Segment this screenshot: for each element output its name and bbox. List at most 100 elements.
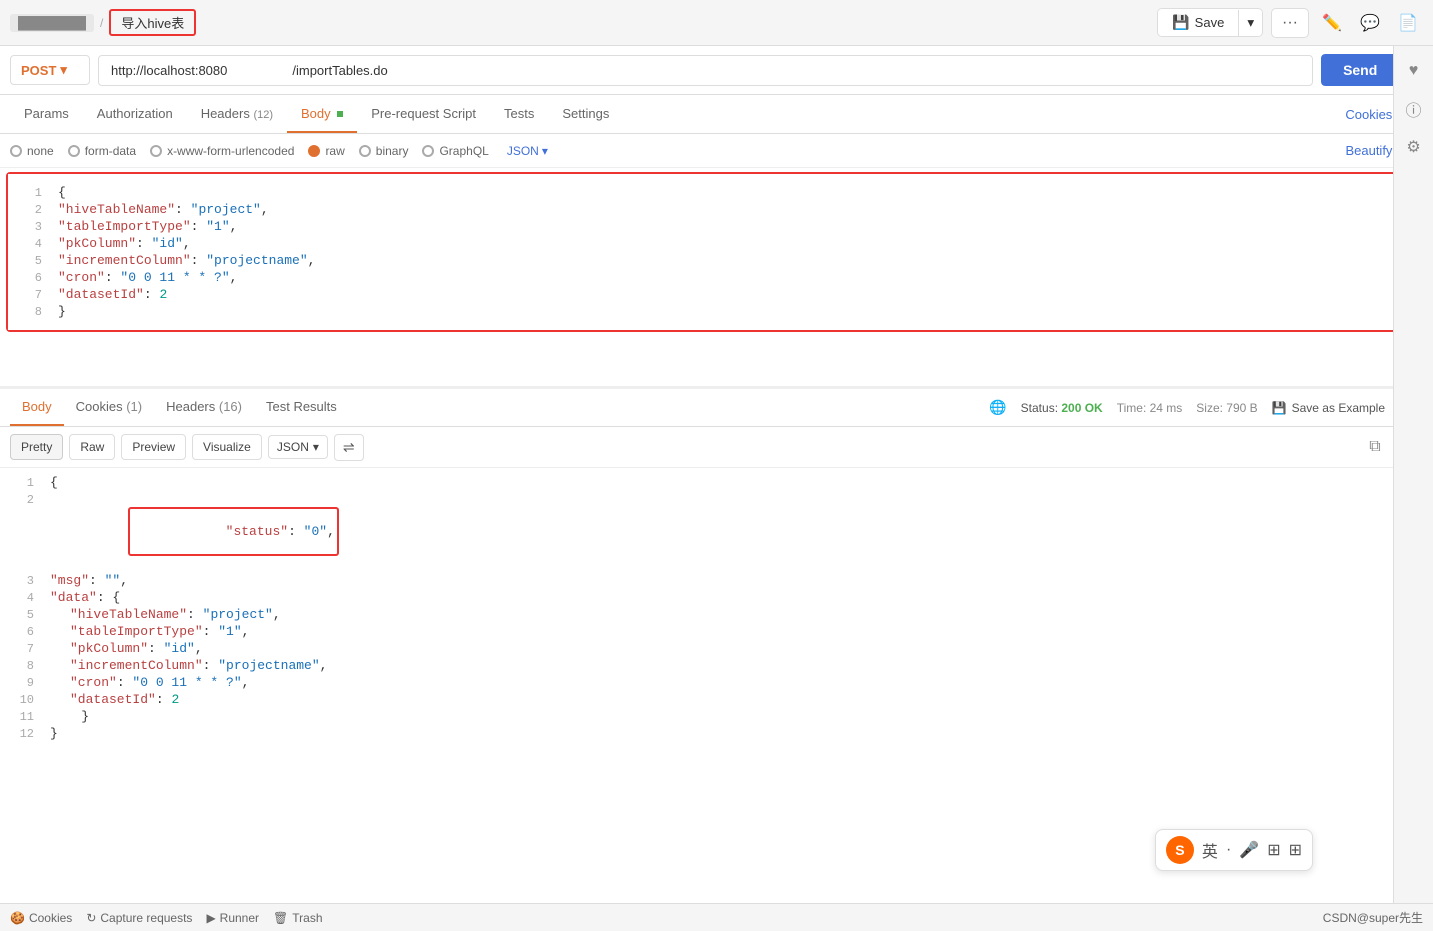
tab-authorization[interactable]: Authorization [83,96,187,133]
ime-toolbar: S 英 · 🎤 ⊞ ⊞ [1155,829,1313,871]
radio-binary[interactable]: binary [359,144,409,158]
radio-urlencoded-label: x-www-form-urlencoded [167,144,294,158]
document-icon-button[interactable]: 📄 [1393,8,1423,38]
code-content: "hiveTableName": "project", [50,607,1423,622]
radio-raw[interactable]: raw [308,144,344,158]
editor-empty-space [0,336,1433,386]
ime-english[interactable]: 英 [1202,838,1218,862]
breadcrumb-separator: / [100,16,103,30]
req-line-2: 2 "hiveTableName": "project", [8,201,1425,218]
size-label: Size: 790 B [1196,401,1257,415]
req-line-1: 1 { [8,184,1425,201]
cookies-label: Cookies [29,911,72,925]
method-select[interactable]: POST ▾ [10,55,90,85]
main-content: POST ▾ Send ▾ Params Authorization Heade… [0,46,1433,931]
wrap-button[interactable]: ⇌ [334,434,364,461]
line-number: 6 [10,624,34,639]
runner-label: Runner [220,911,259,925]
line-number: 2 [10,492,34,507]
method-dropdown-arrow: ▾ [60,62,67,78]
ime-grid1[interactable]: ⊞ [1267,840,1280,860]
save-dropdown-arrow[interactable]: ▾ [1238,10,1262,36]
radio-graphql[interactable]: GraphQL [422,144,488,158]
url-input[interactable] [98,55,1313,86]
ime-grid2[interactable]: ⊞ [1289,840,1302,860]
send-button[interactable]: Send [1321,54,1399,86]
req-line-5: 5 "incrementColumn": "projectname", [8,252,1425,269]
line-number: 4 [10,590,34,605]
resp-line-10: 10 "datasetId": 2 [0,691,1433,708]
capture-label: Capture requests [100,911,192,925]
pretty-button[interactable]: Pretty [10,434,63,460]
code-content: "incrementColumn": "projectname", [58,253,1415,268]
ime-voice[interactable]: 🎤 [1239,840,1259,860]
right-sidebar: ♥ ⓘ ⚙ [1393,46,1433,903]
capture-icon: ↻ [86,911,96,925]
request-body-code: 1 { 2 "hiveTableName": "project", 3 "tab… [8,174,1425,330]
radio-graphql-dot [422,145,434,157]
line-number: 6 [18,270,42,285]
resp-line-3: 3 "msg": "", [0,572,1433,589]
resp-tab-headers[interactable]: Headers (16) [154,389,254,426]
resp-tab-test-results[interactable]: Test Results [254,389,349,426]
sidebar-icon-gear[interactable]: ⚙ [1399,132,1429,162]
request-body-editor[interactable]: 1 { 2 "hiveTableName": "project", 3 "tab… [6,172,1427,332]
cookies-icon: 🍪 [10,911,25,925]
tab-pre-request[interactable]: Pre-request Script [357,96,490,133]
radio-raw-dot [308,145,320,157]
resp-tab-cookies[interactable]: Cookies (1) [64,389,154,426]
body-options: none form-data x-www-form-urlencoded raw… [0,134,1433,168]
sidebar-icon-info[interactable]: ⓘ [1399,94,1429,124]
sidebar-icon-heart[interactable]: ♥ [1399,56,1429,86]
save-button[interactable]: 💾 Save [1158,9,1238,36]
edit-icon-button[interactable]: ✏️ [1317,8,1347,38]
time-label: Time: 24 ms [1117,401,1183,415]
line-number: 1 [18,185,42,200]
cookies-link[interactable]: Cookies [1345,97,1392,132]
more-options-button[interactable]: ··· [1271,8,1309,38]
radio-form-data[interactable]: form-data [68,144,136,158]
code-content: "tableImportType": "1", [50,624,1423,639]
tab-body[interactable]: Body [287,96,357,133]
bottom-cookies[interactable]: 🍪 Cookies [10,911,72,925]
beautify-button[interactable]: Beautify [1345,143,1392,158]
tab-headers[interactable]: Headers (12) [187,96,287,133]
resp-tab-body[interactable]: Body [10,389,64,426]
visualize-button[interactable]: Visualize [192,434,262,460]
save-example-label: Save as Example [1292,401,1385,415]
response-json-select[interactable]: JSON ▾ [268,435,328,459]
tab-settings[interactable]: Settings [548,96,623,133]
save-as-example-button[interactable]: 💾 Save as Example [1272,401,1385,415]
line-number: 7 [18,287,42,302]
json-type-select[interactable]: JSON ▾ [507,144,548,158]
ime-logo: S [1166,836,1194,864]
resp-line-7: 7 "pkColumn": "id", [0,640,1433,657]
comment-icon-button[interactable]: 💬 [1355,8,1385,38]
radio-binary-dot [359,145,371,157]
code-content: } [58,304,1415,319]
tab-tests[interactable]: Tests [490,96,548,133]
bottom-bar: 🍪 Cookies ↻ Capture requests ▶ Runner 🗑 … [0,903,1433,931]
line-number: 9 [10,675,34,690]
tab-params[interactable]: Params [10,96,83,133]
bottom-runner[interactable]: ▶ Runner [206,911,259,925]
radio-urlencoded-dot [150,145,162,157]
ime-punctuation[interactable]: · [1226,841,1231,859]
request-tabs: Params Authorization Headers (12) Body P… [0,95,1433,134]
json-dropdown-icon: ▾ [542,144,548,158]
response-status: 🌐 Status: 200 OK Time: 24 ms Size: 790 B… [989,399,1423,417]
radio-urlencoded[interactable]: x-www-form-urlencoded [150,144,294,158]
radio-none[interactable]: none [10,144,54,158]
resp-line-5: 5 "hiveTableName": "project", [0,606,1433,623]
bottom-capture[interactable]: ↻ Capture requests [86,911,192,925]
raw-button[interactable]: Raw [69,434,115,460]
bottom-trash[interactable]: 🗑 Trash [273,911,322,925]
code-content: "status": "0", [50,492,1423,571]
radio-form-data-dot [68,145,80,157]
copy-response-button[interactable]: ⧉ [1361,433,1389,461]
line-number: 5 [10,607,34,622]
request-bar: POST ▾ Send ▾ [0,46,1433,95]
preview-button[interactable]: Preview [121,434,186,460]
save-example-icon: 💾 [1272,401,1287,415]
line-number: 5 [18,253,42,268]
